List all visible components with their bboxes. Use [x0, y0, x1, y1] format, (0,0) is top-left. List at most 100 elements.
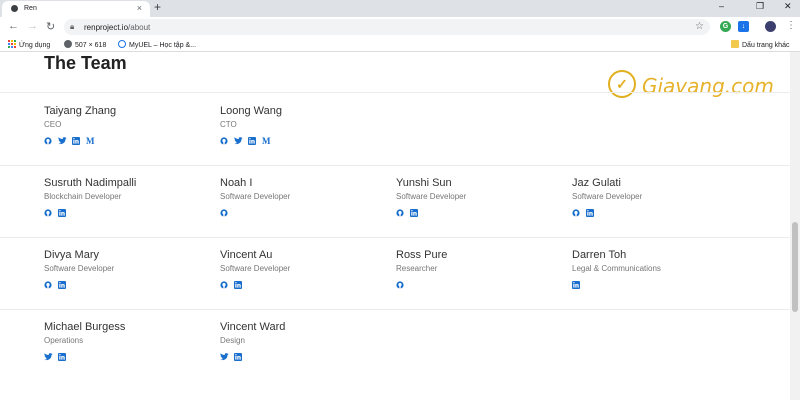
team-member-card: Taiyang Zhang CEO M [44, 105, 214, 147]
member-name: Jaz Gulati [572, 177, 621, 189]
github-icon[interactable] [44, 281, 52, 289]
team-member-card: Noah I Software Developer [220, 177, 390, 219]
member-role: Software Developer [220, 192, 291, 201]
member-role: Software Developer [220, 264, 291, 273]
linkedin-icon[interactable] [72, 137, 80, 145]
page-title: The Team [44, 53, 127, 73]
myuel-logo-icon [118, 40, 126, 48]
team-member-card: Vincent Ward Design [220, 321, 390, 363]
bookmark-other[interactable]: Dấu trang khác [731, 40, 789, 49]
linkedin-icon[interactable] [234, 353, 242, 361]
extension-download-icon[interactable]: ↓ [738, 21, 749, 32]
row-divider [0, 92, 790, 93]
minimize-icon[interactable]: – [719, 1, 724, 11]
page-scrollbar[interactable] [790, 52, 800, 400]
forward-icon[interactable]: → [27, 20, 38, 32]
apps-grid-icon [8, 40, 16, 48]
social-links [220, 353, 390, 363]
linkedin-icon[interactable] [58, 209, 66, 217]
github-icon[interactable] [44, 209, 52, 217]
twitter-icon[interactable] [44, 353, 53, 361]
member-role: Researcher [396, 264, 438, 273]
globe-icon [64, 40, 72, 48]
row-divider [0, 237, 790, 238]
social-links [220, 209, 390, 219]
social-links: M [44, 137, 214, 147]
tab-title: Ren [24, 5, 37, 12]
twitter-icon[interactable] [234, 137, 243, 145]
github-icon[interactable] [220, 137, 228, 145]
row-divider [0, 309, 790, 310]
extension-g-icon[interactable]: G [720, 21, 731, 32]
watermark-text: Giavang.com [642, 74, 774, 98]
row-divider [0, 165, 790, 166]
social-links [44, 209, 214, 219]
linkedin-icon[interactable] [58, 353, 66, 361]
bookmark-star-icon[interactable]: ☆ [695, 21, 704, 32]
tab-strip: Ren × + – ❐ ✕ [0, 0, 800, 17]
medium-icon[interactable]: M [262, 137, 271, 146]
github-icon[interactable] [396, 281, 404, 289]
member-name: Divya Mary [44, 249, 100, 261]
linkedin-icon[interactable] [586, 209, 594, 217]
address-bar[interactable]: 🔒︎ renproject.io/about ☆ [64, 19, 710, 35]
member-role: Legal & Communications [572, 264, 661, 273]
browser-menu-icon[interactable]: ⋮ [786, 20, 796, 31]
team-member-card: Jaz Gulati Software Developer [572, 177, 742, 219]
team-member-card: Susruth Nadimpalli Blockchain Developer [44, 177, 214, 219]
team-member-card: Loong Wang CTO M [220, 105, 390, 147]
member-name: Susruth Nadimpalli [44, 177, 137, 189]
social-links [44, 353, 214, 363]
bookmark-apps[interactable]: Ứng dụng [8, 40, 50, 49]
close-tab-icon[interactable]: × [137, 3, 142, 13]
social-links [396, 209, 566, 219]
member-name: Darren Toh [572, 249, 627, 261]
scroll-thumb[interactable] [792, 222, 798, 312]
back-icon[interactable]: ← [8, 20, 19, 32]
member-role: Blockchain Developer [44, 192, 122, 201]
twitter-icon[interactable] [220, 353, 229, 361]
social-links: M [220, 137, 390, 147]
github-icon[interactable] [220, 209, 228, 217]
profile-avatar[interactable] [765, 21, 776, 32]
linkedin-icon[interactable] [410, 209, 418, 217]
github-icon[interactable] [220, 281, 228, 289]
ren-favicon-icon [11, 5, 18, 12]
restore-icon[interactable]: ❐ [756, 1, 764, 12]
member-role: CTO [220, 120, 237, 129]
github-icon[interactable] [396, 209, 404, 217]
member-name: Loong Wang [220, 105, 282, 117]
team-member-card: Darren Toh Legal & Communications [572, 249, 742, 291]
bookmark-dimensions[interactable]: 507 × 618 [64, 40, 106, 49]
browser-toolbar: ← → ↻ 🔒︎ renproject.io/about ☆ [0, 17, 800, 37]
member-name: Vincent Au [220, 249, 273, 261]
page-content: The Team ✓ Giavang.com Taiyang Zhang CEO M… [0, 52, 790, 400]
bookmarks-bar: Ứng dụng 507 × 618 MyUEL – Học tập &... … [0, 37, 800, 52]
github-icon[interactable] [44, 137, 52, 145]
team-member-card: Yunshi Sun Software Developer [396, 177, 566, 219]
medium-icon[interactable]: M [86, 137, 95, 146]
member-role: Operations [44, 336, 84, 345]
member-name: Vincent Ward [220, 321, 286, 333]
social-links [572, 281, 742, 291]
linkedin-icon[interactable] [572, 281, 580, 289]
team-member-card: Divya Mary Software Developer [44, 249, 214, 291]
browser-tab[interactable]: Ren × [2, 1, 150, 17]
member-role: Software Developer [396, 192, 467, 201]
linkedin-icon[interactable] [248, 137, 256, 145]
bookmark-myuel[interactable]: MyUEL – Học tập &... [118, 40, 196, 49]
twitter-icon[interactable] [58, 137, 67, 145]
member-role: CEO [44, 120, 62, 129]
watermark-logo-icon: ✓ [608, 70, 636, 98]
github-icon[interactable] [572, 209, 580, 217]
close-window-icon[interactable]: ✕ [784, 1, 792, 12]
lock-icon[interactable]: 🔒︎ [70, 22, 74, 32]
reload-icon[interactable]: ↻ [46, 20, 55, 33]
linkedin-icon[interactable] [58, 281, 66, 289]
team-member-card: Vincent Au Software Developer [220, 249, 390, 291]
folder-icon [731, 40, 739, 48]
new-tab-button[interactable]: + [154, 0, 161, 14]
watermark: ✓ Giavang.com [608, 70, 790, 102]
url-text[interactable]: renproject.io/about [84, 23, 150, 32]
linkedin-icon[interactable] [234, 281, 242, 289]
